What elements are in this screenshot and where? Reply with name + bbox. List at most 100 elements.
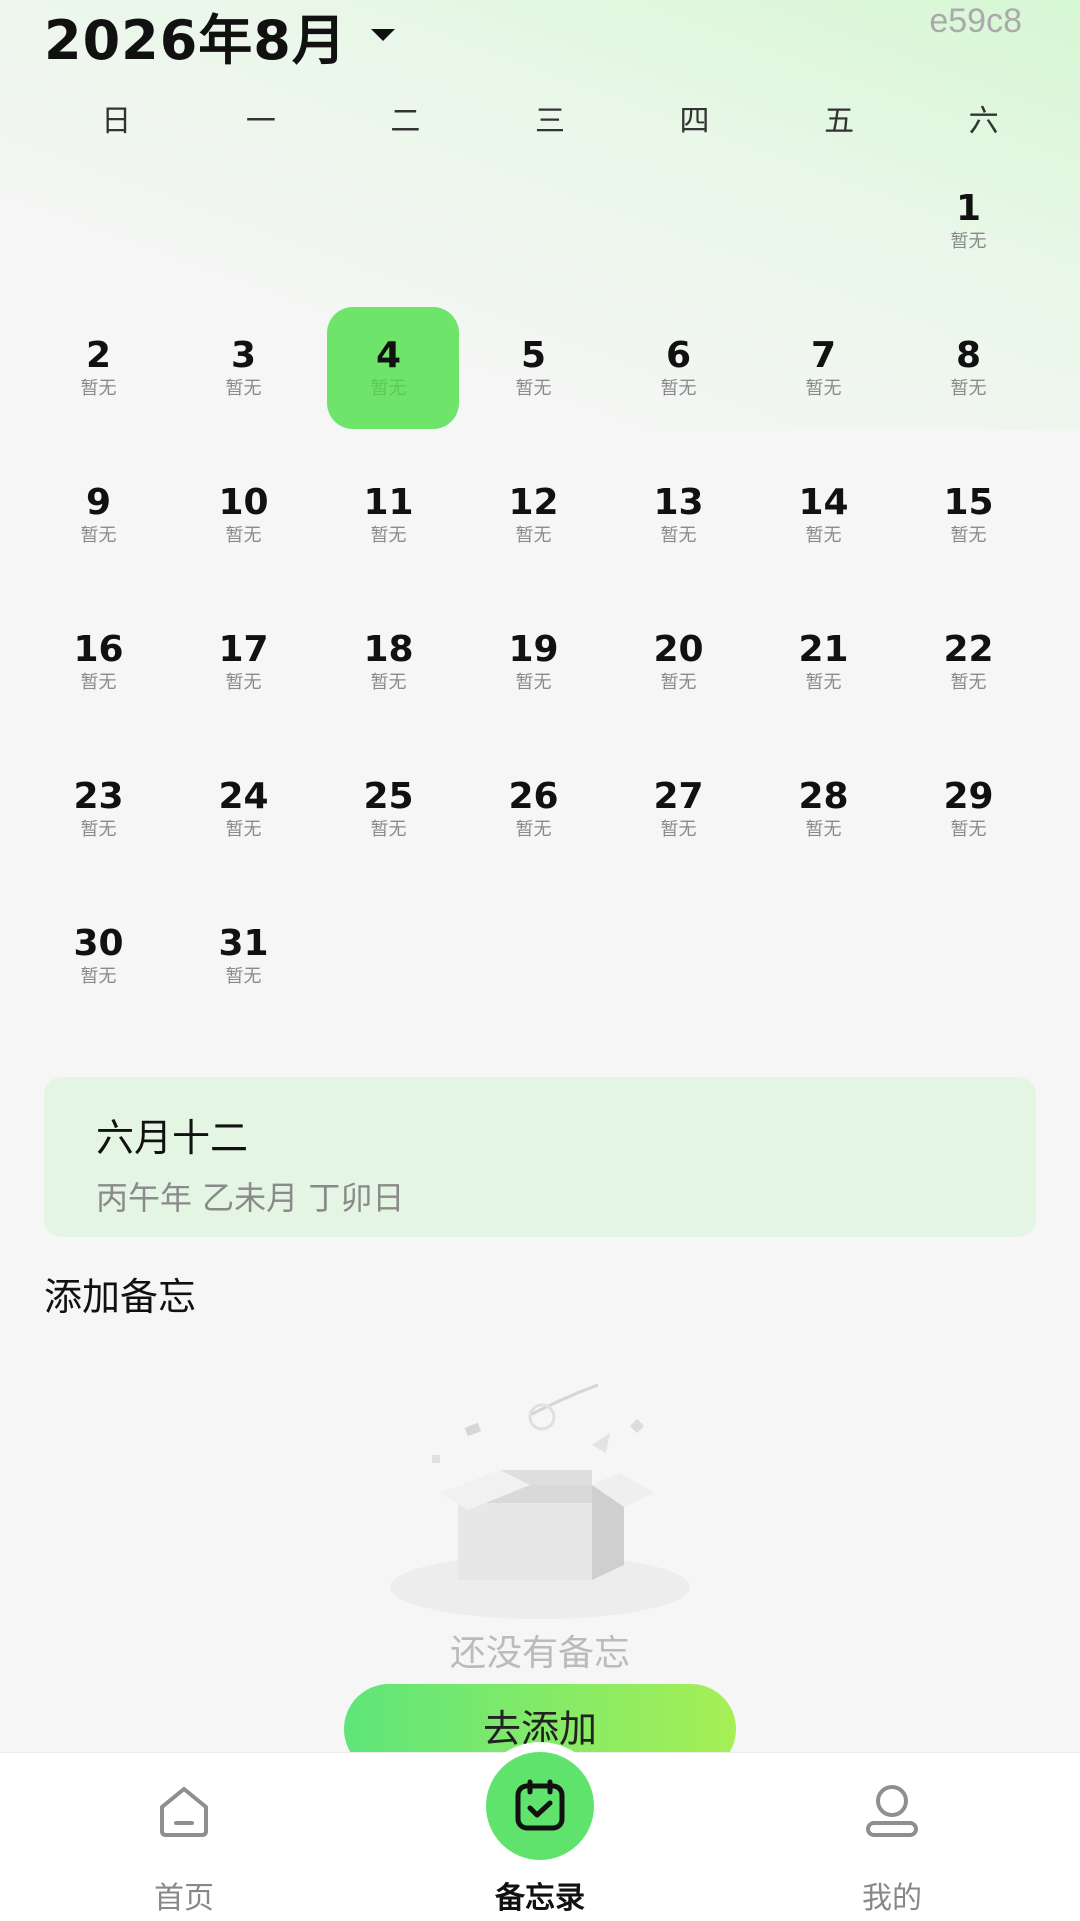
calendar-day-13[interactable]: 13 暂无 [606, 442, 751, 589]
calendar-empty-cell [751, 148, 896, 295]
calendar-day-27[interactable]: 27 暂无 [606, 736, 751, 883]
day-number: 30 [73, 922, 124, 964]
day-memo-status: 暂无 [950, 524, 987, 546]
tab-memo[interactable]: 备忘录 [440, 1752, 640, 1921]
calendar-day-17[interactable]: 17 暂无 [171, 589, 316, 736]
user-icon [866, 1785, 918, 1837]
day-memo-status: 暂无 [225, 671, 262, 693]
day-memo-status: 暂无 [805, 818, 842, 840]
calendar-day-29[interactable]: 29 暂无 [896, 736, 1041, 883]
day-memo-status: 暂无 [515, 377, 552, 399]
day-number: 11 [363, 481, 414, 523]
calendar-day-20[interactable]: 20 暂无 [606, 589, 751, 736]
day-number: 27 [653, 775, 704, 817]
calendar-day-23[interactable]: 23 暂无 [26, 736, 171, 883]
calendar-day-8[interactable]: 8 暂无 [896, 295, 1041, 442]
calendar-day-25[interactable]: 25 暂无 [316, 736, 461, 883]
calendar-day-16[interactable]: 16 暂无 [26, 589, 171, 736]
calendar-day-30[interactable]: 30 暂无 [26, 883, 171, 1030]
corner-tag: e59c8 [929, 2, 1022, 40]
day-number: 22 [943, 628, 994, 670]
lunar-date: 六月十二 [96, 1116, 249, 1160]
calendar-empty-cell [316, 148, 461, 295]
calendar-day-1[interactable]: 1 暂无 [896, 148, 1041, 295]
day-memo-status: 暂无 [950, 818, 987, 840]
calendar-empty-cell [461, 883, 606, 1030]
day-memo-status: 暂无 [805, 671, 842, 693]
calendar-empty-cell [171, 148, 316, 295]
day-number: 17 [218, 628, 269, 670]
day-memo-status: 暂无 [370, 818, 407, 840]
day-memo-status: 暂无 [660, 524, 697, 546]
calendar-day-21[interactable]: 21 暂无 [751, 589, 896, 736]
day-number: 8 [955, 334, 982, 376]
day-number: 6 [665, 334, 692, 376]
memo-check-icon [515, 1779, 565, 1831]
weekday-label: 四 [679, 104, 710, 139]
weekday-label: 六 [968, 104, 999, 139]
day-number: 29 [943, 775, 994, 817]
calendar-day-6[interactable]: 6 暂无 [606, 295, 751, 442]
day-memo-status: 暂无 [515, 671, 552, 693]
day-number: 16 [73, 628, 124, 670]
calendar-empty-cell [606, 883, 751, 1030]
day-memo-status: 暂无 [80, 671, 117, 693]
day-memo-status: 暂无 [80, 818, 117, 840]
calendar-day-22[interactable]: 22 暂无 [896, 589, 1041, 736]
day-number: 26 [508, 775, 559, 817]
day-memo-status: 暂无 [515, 818, 552, 840]
tab-mine[interactable]: 我的 [792, 1753, 992, 1921]
calendar-day-26[interactable]: 26 暂无 [461, 736, 606, 883]
month-selector[interactable]: 2026年8月 [44, 0, 395, 72]
weekday-label: 五 [824, 104, 855, 139]
calendar-day-9[interactable]: 9 暂无 [26, 442, 171, 589]
day-memo-status: 暂无 [515, 524, 552, 546]
calendar-day-18[interactable]: 18 暂无 [316, 589, 461, 736]
calendar-week: 16 暂无 17 暂无 18 暂无 19 暂无 20 暂无 21 暂无 22 暂无 [26, 589, 1050, 736]
calendar-day-15[interactable]: 15 暂无 [896, 442, 1041, 589]
calendar-empty-cell [606, 148, 751, 295]
day-memo-status: 暂无 [950, 671, 987, 693]
calendar-empty-cell [26, 148, 171, 295]
day-number: 20 [653, 628, 704, 670]
calendar-empty-cell [461, 148, 606, 295]
calendar-day-19[interactable]: 19 暂无 [461, 589, 606, 736]
calendar-week: 9 暂无 10 暂无 11 暂无 12 暂无 13 暂无 14 暂无 15 暂无 [26, 442, 1050, 589]
day-number: 28 [798, 775, 849, 817]
calendar-day-5[interactable]: 5 暂无 [461, 295, 606, 442]
day-number: 25 [363, 775, 414, 817]
calendar-day-7[interactable]: 7 暂无 [751, 295, 896, 442]
day-memo-status: 暂无 [370, 524, 407, 546]
caret-down-icon[interactable] [370, 29, 395, 41]
home-icon [160, 1787, 208, 1837]
calendar-day-24[interactable]: 24 暂无 [171, 736, 316, 883]
day-memo-status: 暂无 [370, 377, 407, 399]
day-number: 14 [798, 481, 849, 523]
bottom-tab-bar: 首页 备忘录 我的 [0, 1752, 1080, 1921]
calendar-day-28[interactable]: 28 暂无 [751, 736, 896, 883]
month-title[interactable]: 2026年8月 [44, 0, 347, 75]
memo-tab-bubble [486, 1752, 594, 1860]
day-memo-status: 暂无 [225, 818, 262, 840]
day-number: 15 [943, 481, 994, 523]
calendar-day-3[interactable]: 3 暂无 [171, 295, 316, 442]
day-memo-status: 暂无 [80, 377, 117, 399]
day-number: 31 [218, 922, 269, 964]
day-memo-status: 暂无 [225, 965, 262, 987]
calendar-day-2[interactable]: 2 暂无 [26, 295, 171, 442]
day-number: 5 [520, 334, 547, 376]
calendar-day-4[interactable]: 4 暂无 [316, 295, 461, 442]
day-number: 7 [810, 334, 837, 376]
calendar-day-11[interactable]: 11 暂无 [316, 442, 461, 589]
day-number: 3 [230, 334, 257, 376]
day-number: 2 [85, 334, 112, 376]
calendar-day-14[interactable]: 14 暂无 [751, 442, 896, 589]
calendar-empty-cell [751, 883, 896, 1030]
calendar-day-31[interactable]: 31 暂无 [171, 883, 316, 1030]
day-memo-status: 暂无 [80, 965, 117, 987]
calendar-day-10[interactable]: 10 暂无 [171, 442, 316, 589]
calendar-day-12[interactable]: 12 暂无 [461, 442, 606, 589]
tab-home[interactable]: 首页 [84, 1753, 284, 1921]
calendar-week: 23 暂无 24 暂无 25 暂无 26 暂无 27 暂无 28 暂无 29 暂无 [26, 736, 1050, 883]
day-number: 21 [798, 628, 849, 670]
